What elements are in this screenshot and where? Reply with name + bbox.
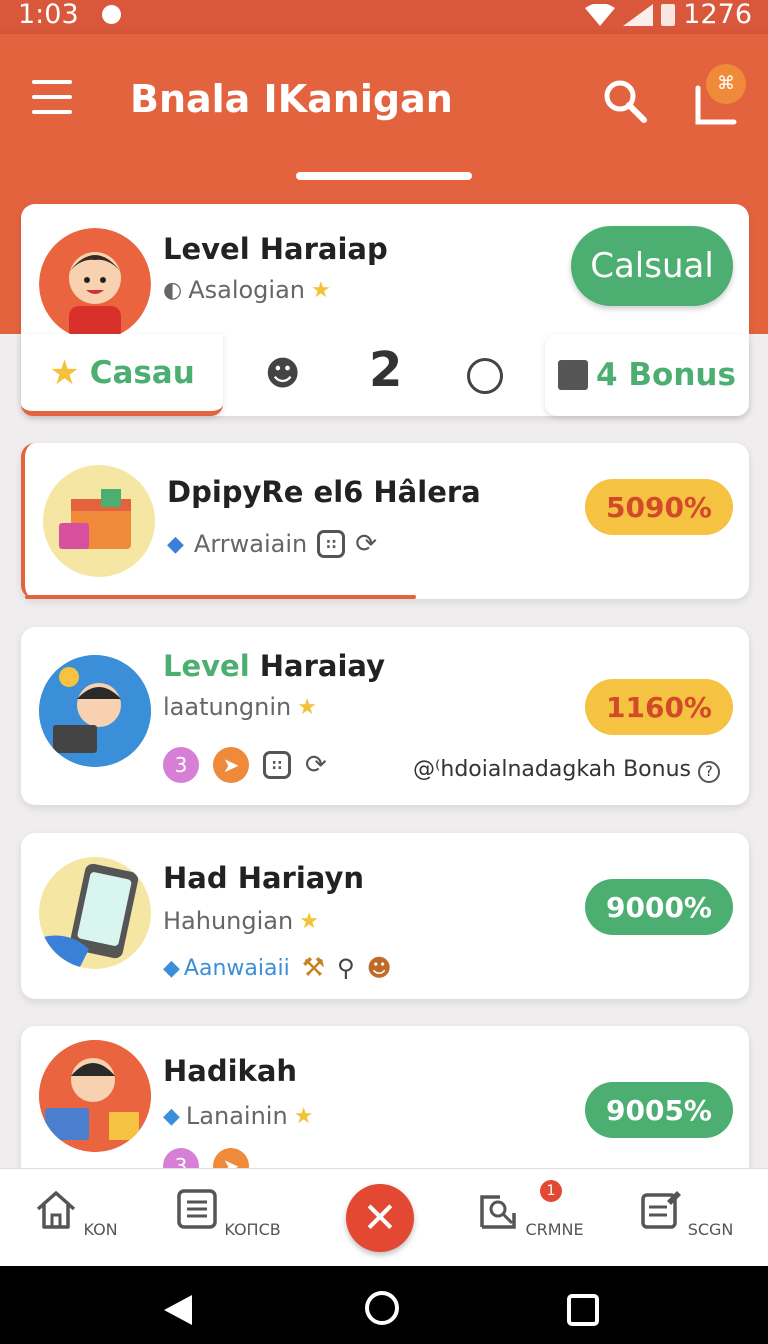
system-nav-bar xyxy=(0,1266,768,1344)
notification-badge: 1 xyxy=(540,1180,562,1202)
list-icon xyxy=(177,1189,217,1229)
card-subtitle: Hahungian ★ xyxy=(163,907,319,935)
nav-item-list[interactable]: KOПCB xyxy=(168,1187,288,1239)
game-card[interactable]: Had Hariayn Hahungian ★ ◆ Aanwaiaii ⚒ ⚲ … xyxy=(21,833,749,999)
stats-row: ★ Casau ☻ 2 4 Bonus xyxy=(21,334,749,416)
recents-icon[interactable] xyxy=(566,1293,600,1327)
card-title: Level Haraiay xyxy=(163,649,386,683)
card-subtitle: ◆ Lanainin ★ xyxy=(163,1102,314,1130)
ticket-icon: ◆ xyxy=(167,531,184,557)
user-icon: ⚲ xyxy=(337,954,355,982)
character-icon: ☻ xyxy=(265,354,301,394)
game-card[interactable]: DpipyRe el6 Hâlera ◆ Arrwaiain :: ⟳ 5090… xyxy=(21,443,749,599)
ticket-icon: ◆ xyxy=(163,955,180,981)
star-icon: ★ xyxy=(299,908,319,934)
nav-item-scgn[interactable]: SCGN xyxy=(626,1187,746,1239)
card-meta: ◆ Aanwaiaii ⚒ ⚲ ☻ xyxy=(163,953,392,983)
percent-badge: 9000% xyxy=(585,879,733,935)
nav-item-kon[interactable]: KON xyxy=(16,1187,136,1239)
bottom-nav: KON KOПCB ✕ CRMNE SCGN xyxy=(0,1168,768,1266)
bolt-icon: ➤ xyxy=(213,747,249,783)
app-title: Bnala IKanigan xyxy=(130,77,453,121)
cart-badge[interactable]: ⌘ xyxy=(706,64,746,104)
casual-button[interactable]: Calsual xyxy=(571,226,733,306)
edit-icon xyxy=(640,1191,681,1229)
close-fab-button[interactable]: ✕ xyxy=(346,1184,414,1252)
card-title: Hadikah xyxy=(163,1054,298,1088)
notification-dot-icon xyxy=(102,5,121,24)
book-icon xyxy=(558,360,589,390)
avatar xyxy=(43,465,155,577)
status-bar: 1:03 1276 xyxy=(0,0,768,34)
percent-badge: 5090% xyxy=(585,479,733,535)
stat-casau[interactable]: ★ Casau xyxy=(21,334,223,416)
card-meta: ◆ Arrwaiain :: ⟳ xyxy=(167,529,378,559)
menu-icon[interactable] xyxy=(32,80,72,114)
tab-indicator xyxy=(296,172,472,180)
tools-icon xyxy=(480,1195,517,1229)
level-badge: 3 xyxy=(163,747,199,783)
character-icon: ☻ xyxy=(366,954,392,982)
home-circle-icon[interactable] xyxy=(364,1290,400,1326)
star-icon: ★ xyxy=(293,1103,314,1129)
category-icon: ◐ xyxy=(163,277,183,303)
stat-number: 2 xyxy=(369,342,403,398)
dice-icon: :: xyxy=(263,751,291,779)
game-card[interactable]: Level Haraiay laatungnin ★ 3 ➤ :: ⟳ @⁽hd… xyxy=(21,627,749,805)
card-title: DpipyRe el6 Hâlera xyxy=(167,475,481,509)
card-meta: 3 ➤ :: ⟳ xyxy=(163,747,327,783)
hammer-icon: ⚒ xyxy=(301,953,326,983)
avatar xyxy=(39,228,151,340)
back-icon[interactable] xyxy=(162,1293,194,1327)
avatar xyxy=(39,857,151,969)
nav-item-crmne[interactable]: CRMNE xyxy=(470,1187,590,1239)
stat-bonus[interactable]: 4 Bonus xyxy=(545,334,749,416)
ticket-icon: ◆ xyxy=(163,1103,180,1129)
star-icon: ★ xyxy=(311,277,331,303)
signal-icon xyxy=(623,4,654,26)
battery-icon xyxy=(661,4,676,26)
status-time: 1:03 xyxy=(18,0,79,30)
signal-icon: ⟳ xyxy=(305,750,327,780)
avatar xyxy=(39,1040,151,1152)
percent-badge: 1160% xyxy=(585,679,733,735)
info-icon[interactable]: ? xyxy=(698,761,720,783)
card-subtitle: laatungnin ★ xyxy=(163,693,317,721)
avatar xyxy=(39,655,151,767)
game-card[interactable]: Hadikah ◆ Lanainin ★ 3 ➤ 9005% xyxy=(21,1026,749,1186)
star-icon: ★ xyxy=(49,352,80,393)
card-subtitle: ◐ Asalogian ★ xyxy=(163,276,331,304)
signal-icon: ⟳ xyxy=(355,529,378,559)
level-card[interactable]: Level Haraiap ◐ Asalogian ★ Calsual ★ Ca… xyxy=(21,204,749,416)
home-icon xyxy=(37,1191,76,1229)
dice-icon: :: xyxy=(317,530,346,558)
card-title: Level Haraiap xyxy=(163,232,388,266)
search-icon[interactable] xyxy=(602,78,648,124)
card-title: Had Hariayn xyxy=(163,861,365,895)
percent-badge: 9005% xyxy=(585,1082,733,1138)
app-bar: Bnala IKanigan ⌘ xyxy=(0,34,768,184)
battery-level: 1276 xyxy=(683,0,752,30)
bonus-text: @⁽hdoialnadagkah Bonus ? xyxy=(413,757,720,783)
status-right: 1276 xyxy=(585,0,752,30)
progress-bar xyxy=(25,595,416,599)
wifi-icon xyxy=(585,4,616,26)
timer-icon xyxy=(467,358,503,394)
star-icon: ★ xyxy=(297,694,317,720)
